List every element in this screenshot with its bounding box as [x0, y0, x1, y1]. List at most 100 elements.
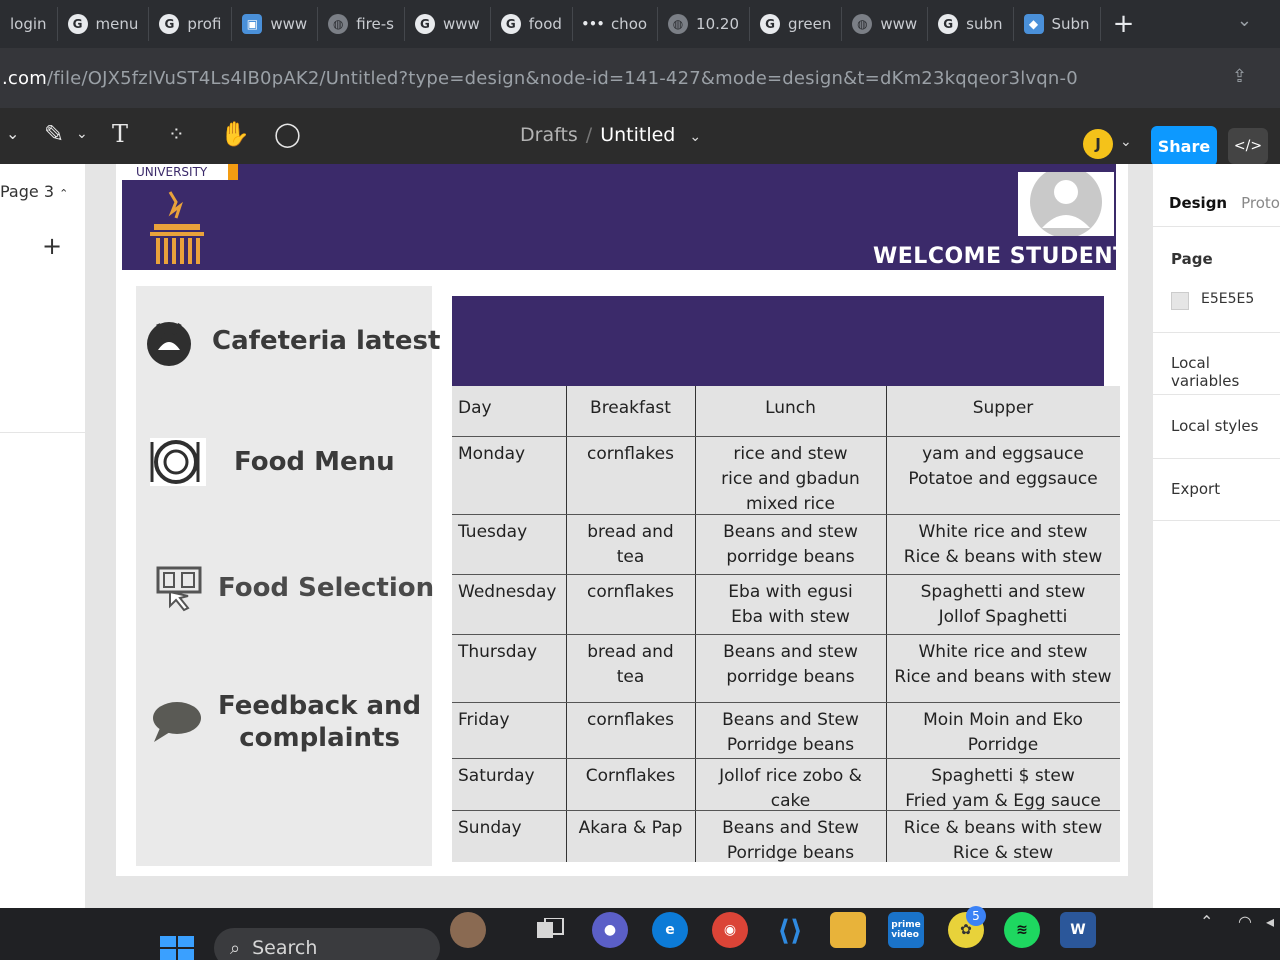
table-header-cell: Supper	[972, 398, 1034, 418]
text-tool-icon[interactable]: T	[112, 120, 128, 148]
page-color-swatch[interactable]	[1171, 292, 1189, 310]
browser-tab[interactable]: Gmenu	[58, 7, 150, 41]
browser-tab[interactable]: ◍ 10.20	[658, 7, 750, 41]
menu-chevron-icon[interactable]: ⌄	[6, 124, 19, 143]
pen-chevron-icon[interactable]: ⌄	[76, 126, 88, 142]
chat-bubble-icon	[153, 702, 201, 742]
word-app-icon[interactable]: W	[1060, 912, 1096, 948]
wifi-icon[interactable]: ◠	[1238, 912, 1252, 931]
table-row-divider	[452, 702, 1120, 703]
browser-tab[interactable]: ◍ fire-s	[318, 7, 405, 41]
table-cell: cornflakes	[587, 582, 674, 602]
tab-prototype[interactable]: Prototy	[1241, 194, 1280, 212]
menu-item-food-menu[interactable]: Food Menu	[148, 436, 395, 488]
menu-item-feedback[interactable]: Feedback and complaints	[150, 690, 421, 754]
file-menu-chevron-icon[interactable]: ⌄	[689, 129, 701, 145]
profile-box[interactable]	[1018, 166, 1114, 238]
new-tab-button[interactable]: +	[1113, 9, 1135, 39]
comment-tool-icon[interactable]: ◯	[274, 120, 301, 148]
globe-icon: ◍	[328, 14, 349, 34]
browser-tab[interactable]: Gfood	[491, 7, 573, 41]
user-avatar[interactable]: J	[1083, 129, 1113, 159]
search-label: Search	[252, 937, 318, 959]
page-color-value[interactable]: E5E5E5	[1201, 291, 1254, 307]
menu-item-cafeteria[interactable]: Cafeteria latest	[144, 316, 440, 366]
tray-expand-icon[interactable]: ⌃	[1200, 912, 1213, 931]
menu-item-food-selection[interactable]: Food Selection	[154, 562, 434, 614]
local-styles[interactable]: Local styles	[1171, 417, 1258, 435]
browser-tab[interactable]: Gwww	[405, 7, 491, 41]
table-cell: yam and eggsauce Potatoe and eggsauce	[908, 444, 1098, 489]
table-header-cell: Breakfast	[590, 398, 671, 418]
browser-tab[interactable]: login	[0, 7, 58, 41]
share-button[interactable]: Share	[1151, 126, 1217, 166]
table-column-divider	[886, 386, 887, 862]
taskbar-search[interactable]: ⌕ Search	[214, 928, 440, 960]
table-cell: Tuesday	[458, 522, 528, 542]
chrome-browser-icon[interactable]: ◉	[712, 912, 748, 948]
page-chevron-icon[interactable]: ⌃	[59, 187, 68, 200]
table-cell: White rice and stew Rice & beans with st…	[903, 522, 1103, 567]
volume-icon[interactable]: ◂	[1266, 912, 1274, 931]
user-profile-icon[interactable]	[1018, 166, 1114, 238]
browser-tab[interactable]: ▣ www	[232, 7, 319, 41]
table-cell: Eba with egusi Eba with stew	[728, 582, 853, 627]
globe-icon: ◍	[852, 14, 873, 34]
table-cell: Monday	[458, 444, 526, 464]
avatar-chevron-icon[interactable]: ⌄	[1120, 134, 1132, 150]
table-column-divider	[566, 386, 567, 862]
browser-tab[interactable]: ••• choo	[573, 7, 659, 41]
breadcrumb: Drafts / Untitled ⌄	[520, 124, 701, 146]
table-cell: Wednesday	[458, 582, 557, 602]
cafeteria-icon	[147, 322, 191, 366]
tab-design[interactable]: Design	[1169, 194, 1227, 212]
spotify-icon[interactable]: ≋	[1004, 912, 1040, 948]
pen-tool-icon[interactable]: ✎	[44, 120, 64, 148]
widgets-icon[interactable]	[450, 912, 486, 948]
tab-search-chevron-icon[interactable]: ⌄	[1237, 10, 1252, 31]
file-name[interactable]: Untitled	[600, 124, 675, 146]
menu-label-food-selection: Food Selection	[218, 573, 435, 603]
file-explorer-icon[interactable]	[830, 912, 866, 948]
task-view-icon[interactable]	[532, 912, 568, 948]
prime-video-icon[interactable]: prime video	[888, 912, 924, 948]
breadcrumb-drafts[interactable]: Drafts	[520, 124, 578, 146]
dev-mode-button[interactable]: </>	[1228, 128, 1268, 164]
add-page-button[interactable]: +	[42, 232, 62, 260]
share-page-icon[interactable]: ⇪	[1232, 66, 1256, 90]
google-icon: G	[414, 14, 435, 34]
hand-tool-icon[interactable]: ✋	[220, 120, 250, 148]
browser-tab-label: fire-s	[356, 15, 394, 33]
table-cell: Spaghetti $ stew Fried yam & Egg sauce	[905, 766, 1101, 811]
browser-tab[interactable]: Gsubn	[928, 7, 1014, 41]
current-page[interactable]: Page 3 ⌃	[0, 182, 68, 201]
url-text[interactable]: .com/file/OJX5fzlVuST4Ls4IB0pAK2/Untitle…	[2, 68, 1078, 89]
teams-chat-icon[interactable]: ●	[592, 912, 628, 948]
google-icon: G	[938, 14, 959, 34]
browser-tab-label: food	[528, 15, 562, 33]
browser-tab-label: login	[10, 15, 47, 33]
table-row-divider	[452, 634, 1120, 635]
browser-tab-label: profi	[187, 15, 222, 33]
browser-tab[interactable]: ◍ www	[842, 7, 929, 41]
table-cell: bread and tea	[587, 642, 674, 687]
vue-icon: ◆	[1023, 14, 1044, 34]
pages-panel: Page 3 ⌃ +	[0, 164, 86, 908]
export[interactable]: Export	[1171, 480, 1220, 498]
table-cell: Saturday	[458, 766, 535, 786]
local-variables[interactable]: Local variables	[1171, 354, 1280, 390]
table-cell: Beans and stew porridge beans	[723, 522, 858, 567]
components-icon[interactable]: ⁘	[168, 122, 185, 146]
windows-start-icon[interactable]	[160, 936, 194, 960]
table-cell: Thursday	[458, 642, 538, 662]
vscode-icon[interactable]: ⟨⟩	[772, 912, 808, 948]
browser-tab[interactable]: ◆ Subn	[1014, 7, 1101, 41]
google-icon: G	[500, 14, 521, 34]
browser-tab-strip: login Gmenu Gprofi ▣ www ◍ fire-s Gwww Gfood ••• c…	[0, 0, 1280, 48]
edge-browser-icon[interactable]: e	[652, 912, 688, 948]
table-cell: Moin Moin and Eko Porridge	[923, 710, 1083, 755]
browser-tab[interactable]: Gprofi	[149, 7, 233, 41]
browser-tab[interactable]: Ggreen	[750, 7, 843, 41]
table-cell: White rice and stew Rice and beans with …	[894, 642, 1112, 687]
address-bar[interactable]: .com/file/OJX5fzlVuST4Ls4IB0pAK2/Untitle…	[0, 48, 1280, 108]
